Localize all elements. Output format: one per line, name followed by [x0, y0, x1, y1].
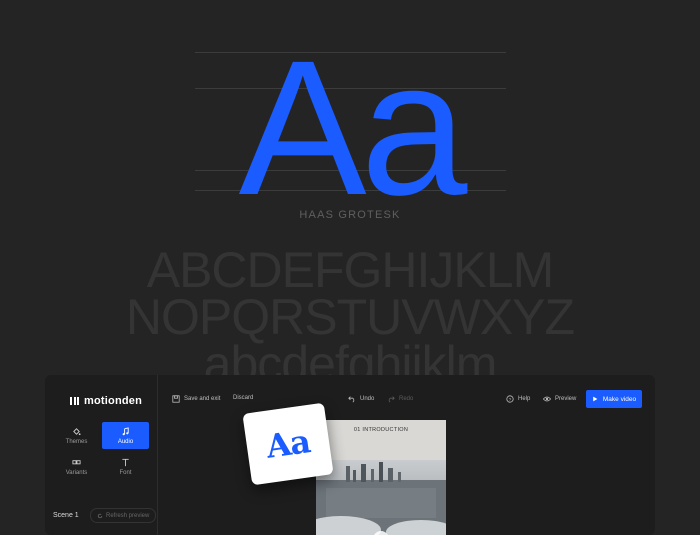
- scene-label: Scene 1: [53, 512, 79, 519]
- preview-label: Preview: [555, 396, 577, 402]
- refresh-preview-button[interactable]: Refresh preview: [90, 508, 157, 523]
- help-icon: ?: [506, 395, 514, 403]
- music-note-icon: [122, 426, 129, 435]
- tool-font[interactable]: Font: [102, 453, 149, 480]
- tool-label: Variants: [65, 469, 88, 476]
- tool-label: Audio: [117, 438, 134, 445]
- undo-label: Undo: [360, 396, 375, 402]
- save-exit-label: Save and exit: [184, 396, 221, 402]
- logo-mark-icon: [70, 397, 79, 405]
- make-video-label: Make video: [602, 395, 637, 403]
- city-photo: [316, 460, 446, 535]
- tool-label: Themes: [65, 438, 88, 445]
- text-icon: [122, 458, 129, 466]
- eye-icon: [543, 396, 551, 402]
- refresh-label: Refresh preview: [106, 512, 150, 519]
- tile-glyphs: Aa: [263, 422, 313, 466]
- glyph-specimen: Aa: [238, 20, 468, 235]
- help-button[interactable]: ? Help: [506, 395, 530, 403]
- paint-bucket-icon: [73, 427, 81, 435]
- tool-themes[interactable]: Themes: [53, 422, 100, 449]
- font-name-label: HAAS GROTESK: [299, 209, 401, 221]
- variants-icon: [72, 459, 81, 464]
- play-icon: [593, 396, 598, 402]
- scene-preview-card[interactable]: 01 INTRODUCTION: [316, 420, 446, 535]
- logo[interactable]: motionden: [70, 395, 142, 407]
- undo-button[interactable]: Undo: [348, 395, 374, 403]
- sidebar: motionden Themes Audio Variants Font Sce…: [45, 375, 158, 535]
- redo-label: Redo: [399, 396, 414, 402]
- make-video-button[interactable]: Make video: [586, 390, 642, 408]
- save-exit-button[interactable]: Save and exit: [172, 395, 220, 403]
- editor-window: motionden Themes Audio Variants Font Sce…: [45, 375, 655, 535]
- alphabet-uppercase-1: ABCDEFGHIJKLM: [146, 242, 555, 298]
- scene-title: 01 INTRODUCTION: [353, 427, 409, 433]
- help-label: Help: [518, 396, 531, 402]
- save-icon: [172, 395, 180, 403]
- redo-button[interactable]: Redo: [387, 395, 413, 403]
- svg-text:?: ?: [509, 397, 512, 403]
- tool-label: Font: [119, 469, 132, 476]
- preview-button[interactable]: Preview: [543, 395, 576, 403]
- redo-icon: [388, 396, 395, 403]
- alphabet-uppercase-2: NOPQRSTUVWXYZ: [125, 289, 575, 345]
- refresh-icon: [97, 513, 103, 518]
- discard-label: Discard: [233, 395, 254, 401]
- discard-button[interactable]: Discard: [233, 395, 253, 401]
- logo-text: motionden: [84, 395, 143, 407]
- font-style-tile[interactable]: Aa: [242, 402, 334, 486]
- tool-audio[interactable]: Audio: [102, 422, 149, 449]
- tool-variants[interactable]: Variants: [53, 453, 100, 480]
- undo-icon: [348, 396, 355, 403]
